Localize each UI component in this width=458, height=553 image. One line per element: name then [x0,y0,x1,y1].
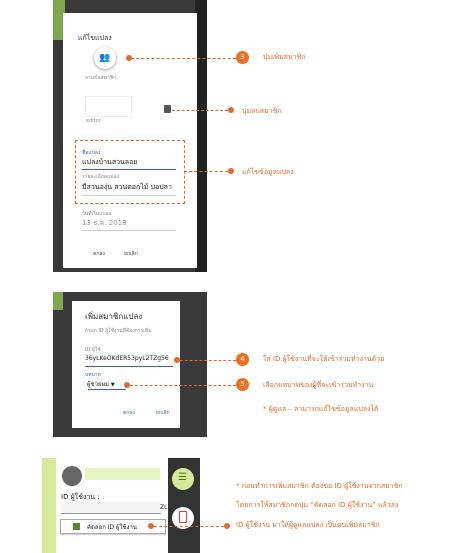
add-member-button[interactable]: 👥 [94,47,116,69]
cancel-button[interactable]: ยกเลิก [124,250,138,258]
dropdown-arrow-icon: ▼ [110,382,115,388]
plot-name-input[interactable]: แปลงบ้านสวนลอย [82,157,137,168]
start-date-underline [82,230,176,231]
pointer-dot [228,168,234,174]
role-label: บทบาท [85,372,101,378]
ok-button[interactable]: ตกลง [123,409,135,417]
step-badge: 4 [236,353,249,366]
dialog-hint: กรอก ID ผู้ใช้งานที่ต้องการเพิ่ม [85,328,152,334]
pointer-line [131,58,236,59]
plot-detail-label: รายละเอียดแปลง [82,174,119,180]
pointer-line [180,360,236,361]
annotation-add-member: ปุ่มเพิ่มสมาชิก [263,53,306,61]
user-id-field [61,502,161,514]
start-date-label: วันที่เริ่มแปลง [82,211,112,217]
member-role: editor [86,118,101,124]
dialog-title: แก้ไขแปลง [78,34,112,42]
annotation-edit-info: แก้ไขข้อมูลแปลง [242,168,294,176]
note-line-2: โดยการให้สมาชิกกดปุ่ม “คัดลอก ID ผู้ใช้ง… [236,501,399,509]
member-label: จานข้อสมาชิก [85,75,117,81]
annotation-role-note: * ผู้ดูแล – สามารถแก้ไขข้อมูลแปลงได้ [263,405,379,413]
copy-button-label: คัดลอก ID ผู้ใช้งาน [87,524,137,531]
step-badge: 3 [236,51,249,64]
role-select[interactable]: ผู้ช่วยผม ▼ [87,379,115,389]
ok-button[interactable]: ตกลง [93,250,105,258]
pointer-dot [224,523,230,529]
start-date-input[interactable]: 13 ธ.ค. 2018 [82,218,127,229]
member-avatar-box [85,96,132,117]
pointer-line [130,385,236,386]
menu-button[interactable]: ☰ [172,468,194,490]
avatar [62,466,82,486]
role-underline [88,389,126,390]
name-field [85,468,160,480]
menu-icon: ☰ [178,472,187,483]
plot-name-underline [82,169,176,170]
note-line-1: * ก่อนทำการเพิ่มสมาชิก ต้องขอ ID ผู้ใช้ง… [236,482,403,490]
trash-icon[interactable] [164,105,171,113]
plot-name-label: ชื่อแปลง [82,150,101,156]
annotation-enter-id: ใส่ ID ผู้ใช้งานที่จะให้เข้าร่วมทำงานด้ว… [263,355,385,363]
pointer-line [172,110,228,111]
annotation-choose-role: เลือกบทบาทของผู้ที่จะเข้าร่วมทำงาน [263,381,374,389]
plot-detail-input[interactable]: มีสวนองุ่น สวนดอกไม้ บอปลา [82,182,172,193]
user-id-partial: ZL [160,504,168,511]
pointer-line [154,526,224,527]
step-badge: 5 [236,378,249,391]
dialog-title: เพิ่มสมาชิกแปลง [85,312,143,321]
note-line-3: ID ผู้ใช้งาน มาให้ผู้ดูแลแปลง เป็นคนเพิ่… [236,521,380,529]
cancel-button[interactable]: ยกเลิก [156,409,170,417]
copy-icon [73,523,80,530]
annotation-remove-member: ปุ่มลบสมาชิก [242,107,282,115]
background-map-sliver [53,292,63,310]
exit-icon [179,511,187,523]
id-field-label: ID ผู้ใช้ [85,347,101,353]
pointer-line [184,171,228,172]
role-value: ผู้ช่วยผม [87,381,109,388]
plot-detail-underline [82,195,176,196]
pointer-dot [228,107,234,113]
user-id-underline [85,366,173,367]
user-id-input[interactable]: 36yLKeOKdER53pyL2TZg56 [85,355,169,362]
group-add-icon: 👥 [99,53,111,63]
